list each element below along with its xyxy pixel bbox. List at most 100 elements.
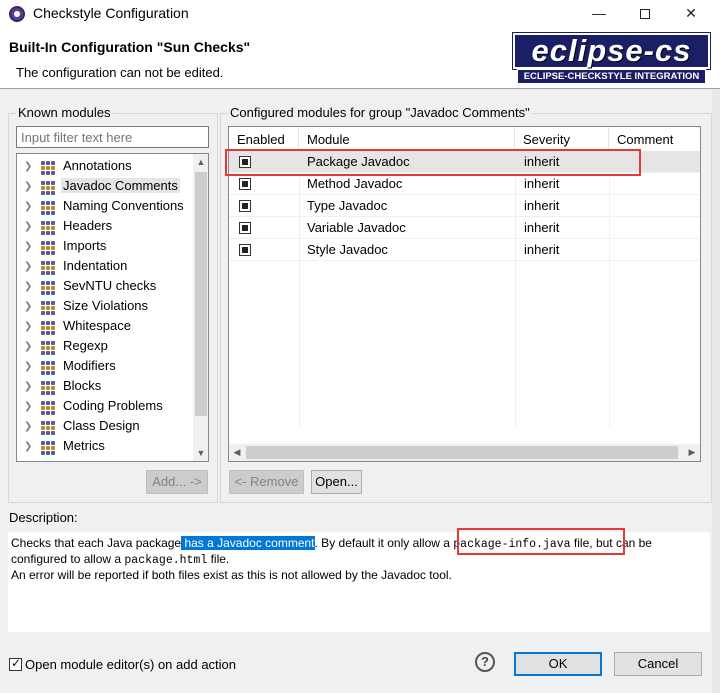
module-filter-input[interactable] (16, 126, 209, 148)
expand-arrow-icon[interactable]: ❯ (24, 337, 32, 357)
close-button[interactable]: ✕ (668, 0, 714, 28)
remove-module-button[interactable]: <- Remove (229, 470, 304, 494)
table-row[interactable]: Variable Javadoc inherit (229, 217, 700, 239)
highlighted-text: has a Javadoc comment (181, 536, 315, 550)
expand-arrow-icon[interactable]: ❯ (24, 157, 32, 177)
highlight-annotation-description (457, 528, 625, 555)
tree-item[interactable]: ❯ Headers (17, 217, 193, 237)
module-group-icon (41, 380, 55, 395)
table-row[interactable]: Method Javadoc inherit (229, 173, 700, 195)
highlight-annotation-row (225, 149, 641, 176)
expand-arrow-icon[interactable]: ❯ (24, 317, 32, 337)
module-group-icon (41, 400, 55, 415)
expand-arrow-icon[interactable]: ❯ (24, 357, 32, 377)
module-group-icon (41, 280, 55, 295)
expand-arrow-icon[interactable]: ❯ (24, 237, 32, 257)
tree-item[interactable]: ❯ Regexp (17, 337, 193, 357)
dialog-body: Known modules ❯ Annotations ❯ Javadoc Comme… (0, 89, 720, 693)
module-group-icon (41, 360, 55, 375)
enabled-checkbox[interactable] (239, 222, 251, 234)
expand-arrow-icon[interactable]: ❯ (24, 177, 32, 197)
tree-scroll-thumb[interactable] (195, 172, 207, 416)
expand-arrow-icon[interactable]: ❯ (24, 417, 32, 437)
expand-arrow-icon[interactable]: ❯ (24, 377, 32, 397)
tree-item[interactable]: ❯ Class Design (17, 417, 193, 437)
add-module-button[interactable]: Add... -> (146, 470, 208, 494)
tree-item-label: Class Design (63, 418, 140, 433)
tree-item[interactable]: ❯ Imports (17, 237, 193, 257)
enabled-checkbox[interactable] (239, 200, 251, 212)
expand-arrow-icon[interactable]: ❯ (24, 437, 32, 457)
severity-cell: inherit (524, 242, 560, 257)
scroll-up-icon[interactable]: ▲ (193, 154, 208, 170)
tree-item[interactable]: ❯ Whitespace (17, 317, 193, 337)
expand-arrow-icon[interactable]: ❯ (24, 297, 32, 317)
description-line-3: An error will be reported if both files … (11, 568, 452, 582)
tree-item-label: Size Violations (63, 298, 149, 313)
known-modules-label: Known modules (16, 105, 113, 120)
tree-item[interactable]: ❯ Size Violations (17, 297, 193, 317)
tree-item-label: Regexp (63, 338, 108, 353)
tree-item[interactable]: ❯ Modifiers (17, 357, 193, 377)
minimize-button[interactable]: — (576, 0, 622, 28)
tree-item[interactable]: ❯ Coding Problems (17, 397, 193, 417)
open-editor-label: Open module editor(s) on add action (25, 657, 237, 672)
enabled-checkbox[interactable] (239, 178, 251, 190)
expand-arrow-icon[interactable]: ❯ (24, 277, 32, 297)
column-header-enabled[interactable]: Enabled (229, 127, 299, 151)
table-row[interactable]: Style Javadoc inherit (229, 239, 700, 261)
enabled-checkbox[interactable] (239, 244, 251, 256)
tree-item[interactable]: ❯ Metrics (17, 437, 193, 457)
ok-button[interactable]: OK (514, 652, 602, 676)
expand-arrow-icon[interactable]: ❯ (24, 257, 32, 277)
module-group-icon (41, 220, 55, 235)
module-group-icon (41, 200, 55, 215)
module-cell: Style Javadoc (307, 242, 388, 257)
module-group-icon (41, 340, 55, 355)
expand-arrow-icon[interactable]: ❯ (24, 397, 32, 417)
tree-item-label: Modifiers (63, 358, 116, 373)
checkstyle-app-icon (9, 6, 25, 22)
configured-modules-label: Configured modules for group "Javadoc Co… (228, 105, 532, 120)
tree-item[interactable]: ❯ SevNTU checks (17, 277, 193, 297)
scroll-down-icon[interactable]: ▼ (193, 445, 208, 461)
column-header-module[interactable]: Module (299, 127, 515, 151)
configuration-title: Built-In Configuration "Sun Checks" (9, 39, 251, 55)
scroll-left-icon[interactable]: ◀ (229, 444, 245, 460)
tree-item-label: Imports (63, 238, 107, 253)
module-cell: Type Javadoc (307, 198, 388, 213)
column-header-comment[interactable]: Comment (609, 127, 700, 151)
table-scroll-thumb[interactable] (246, 446, 678, 459)
tree-item-label: Naming Conventions (63, 198, 184, 213)
severity-cell: inherit (524, 198, 560, 213)
module-group-icon (41, 240, 55, 255)
open-module-button[interactable]: Open... (311, 470, 362, 494)
tree-item[interactable]: ❯ Blocks (17, 377, 193, 397)
tree-item-label: Blocks (63, 378, 102, 393)
tree-item[interactable]: ❯ Naming Conventions (17, 197, 193, 217)
module-group-icon (41, 300, 55, 315)
tree-item[interactable]: ❯ Javadoc Comments (17, 177, 193, 197)
maximize-button[interactable] (622, 0, 668, 28)
expand-arrow-icon[interactable]: ❯ (24, 217, 32, 237)
known-modules-tree: ❯ Annotations ❯ Javadoc Comments ❯ Naming Con… (16, 153, 209, 462)
help-icon[interactable]: ? (475, 652, 495, 672)
tree-item[interactable]: ❯ Annotations (17, 157, 193, 177)
logo-subtitle: ECLIPSE-CHECKSTYLE INTEGRATION (517, 69, 706, 84)
tree-item-label: Javadoc Comments (61, 178, 180, 193)
tree-item-label: Coding Problems (63, 398, 163, 413)
table-row[interactable]: Type Javadoc inherit (229, 195, 700, 217)
tree-vertical-scrollbar[interactable]: ▲ ▼ (193, 154, 208, 461)
tree-item-label: Indentation (63, 258, 128, 273)
open-editor-checkbox[interactable] (9, 656, 22, 671)
window-title: Checkstyle Configuration (33, 5, 189, 21)
table-horizontal-scrollbar[interactable]: ◀ ▶ (229, 444, 700, 461)
expand-arrow-icon[interactable]: ❯ (24, 197, 32, 217)
column-header-severity[interactable]: Severity (515, 127, 609, 151)
module-group-icon (41, 420, 55, 435)
tree-item-label: Metrics (63, 438, 105, 453)
scroll-right-icon[interactable]: ▶ (684, 444, 700, 460)
cancel-button[interactable]: Cancel (614, 652, 702, 676)
tree-item[interactable]: ❯ Indentation (17, 257, 193, 277)
module-group-icon (41, 260, 55, 275)
